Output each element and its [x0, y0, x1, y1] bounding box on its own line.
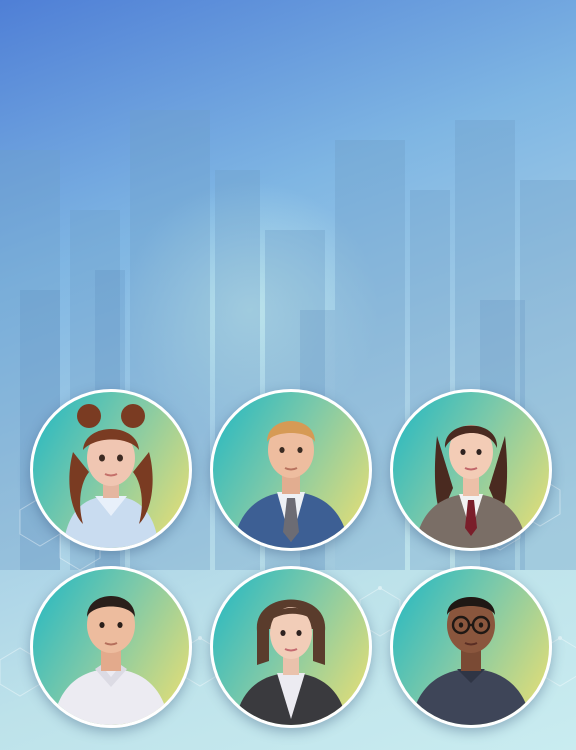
avatar-woman-curly-hair[interactable] [30, 389, 192, 551]
avatar-man-glasses-icon [411, 597, 531, 725]
avatar-man-white-shirt[interactable] [30, 566, 192, 728]
avatar-man-suit-tie[interactable] [210, 389, 372, 551]
avatar-woman-bob-blazer[interactable] [210, 566, 372, 728]
avatar-woman-curly-hair-icon [63, 404, 159, 548]
avatar-man-suit-tie-icon [233, 421, 349, 548]
avatar-woman-blazer-tie[interactable] [390, 389, 552, 551]
avatar-woman-blazer-tie-icon [415, 425, 527, 548]
avatar-man-white-shirt-icon [53, 596, 169, 725]
avatar-man-glasses[interactable] [390, 566, 552, 728]
avatar-woman-bob-blazer-icon [235, 599, 347, 725]
